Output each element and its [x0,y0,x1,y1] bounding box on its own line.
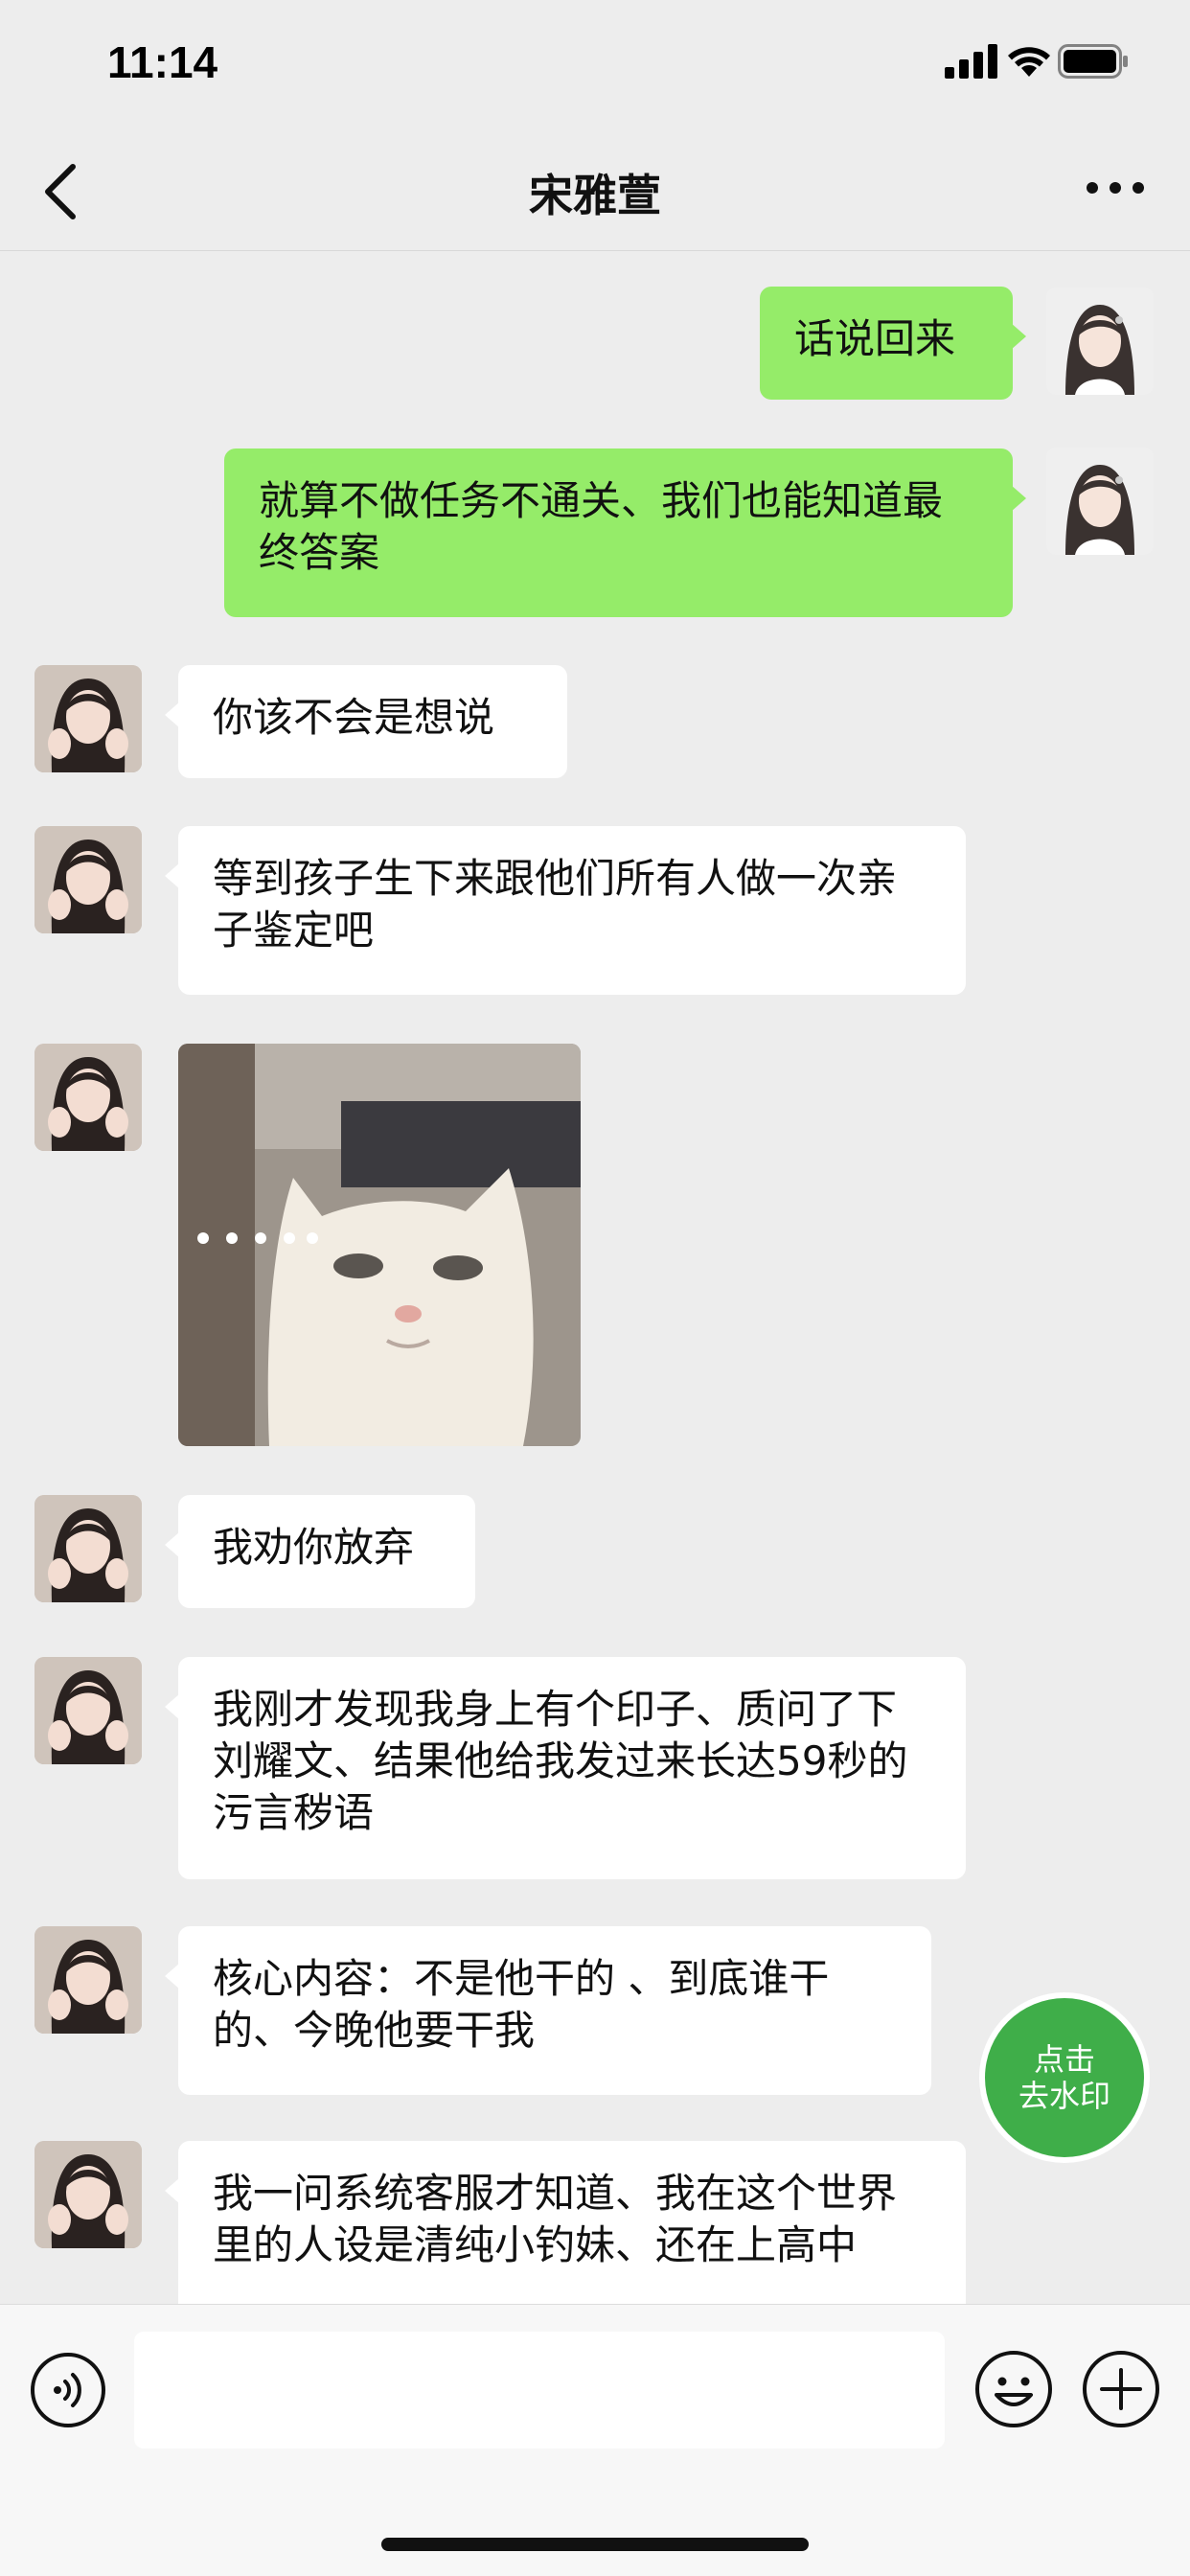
message-bubble[interactable]: 就算不做任务不通关、我们也能知道最终答案 [224,448,1026,617]
contact-avatar[interactable] [34,826,142,933]
message-bubble[interactable]: 等到孩子生下来跟他们所有人做一次亲子鉴定吧 [165,826,966,995]
contact-avatar[interactable] [34,2141,142,2248]
contact-avatar[interactable] [34,1044,142,1151]
remove-watermark-button[interactable]: 点击 去水印 [985,1998,1144,2157]
message-text: 话说回来 [794,315,956,362]
remove-watermark-line2: 去水印 [1018,2078,1110,2114]
message-text: 我刚才发现我身上有个印子、质问了下刘耀文、结果他给我发过来长达59秒的污言秽语 [213,1686,908,1836]
contact-avatar[interactable] [34,665,142,772]
home-indicator[interactable] [381,2538,809,2551]
voice-button[interactable] [29,2351,107,2429]
nav-bar: 宋雅萱 [0,126,1190,251]
my-avatar[interactable] [1046,448,1154,555]
status-bar: 11:14 [0,0,1190,126]
status-time: 11:14 [107,37,218,87]
my-avatar[interactable] [1046,288,1154,395]
message-bubble[interactable]: 我刚才发现我身上有个印子、质问了下刘耀文、结果他给我发过来长达59秒的污言秽语 [165,1657,966,1879]
voice-icon [31,2353,105,2427]
signal-icon [945,44,997,79]
message-input[interactable] [134,2332,945,2449]
ellipsis-icon [1087,182,1144,194]
cat-sticker[interactable] [178,1044,581,1446]
message-bubble[interactable]: 我劝你放弃 [165,1495,475,1608]
message-text: 你该不会是想说 [213,694,495,741]
more-button[interactable] [1085,176,1146,199]
message-text: 我劝你放弃 [213,1524,415,1571]
message-bubble[interactable]: 你该不会是想说 [165,665,567,778]
contact-avatar[interactable] [34,1495,142,1602]
chat-area[interactable]: 话说回来 就算不做任务不通关、我们也能知道最终答案 你该不会是想说 等到孩子生下… [0,251,1190,2304]
message-bubble[interactable]: 我一问系统客服才知道、我在这个世界里的人设是清纯小钓妹、还在上高中 [165,2141,966,2304]
emoji-icon [975,2351,1052,2427]
message-text: 就算不做任务不通关、我们也能知道最终答案 [259,477,944,576]
battery-icon [1058,44,1128,79]
plus-circle-icon [1083,2351,1159,2427]
message-text: 核心内容：不是他干的 、到底谁干的、今晚他要干我 [213,1955,830,2054]
message-text: 等到孩子生下来跟他们所有人做一次亲子鉴定吧 [213,855,898,954]
more-actions-button[interactable] [1081,2349,1161,2429]
input-bar [0,2304,1190,2576]
contact-avatar[interactable] [34,1926,142,2034]
contact-avatar[interactable] [34,1657,142,1764]
remove-watermark-line1: 点击 [1033,2041,1095,2078]
cat-sticker-image [178,1044,581,1446]
chat-title: 宋雅萱 [529,170,661,221]
emoji-button[interactable] [973,2349,1054,2429]
message-bubble[interactable]: 核心内容：不是他干的 、到底谁干的、今晚他要干我 [165,1926,931,2095]
message-bubble[interactable]: 话说回来 [760,287,1026,400]
message-text: 我一问系统客服才知道、我在这个世界里的人设是清纯小钓妹、还在上高中 [213,2170,898,2268]
wifi-icon [1008,47,1050,77]
